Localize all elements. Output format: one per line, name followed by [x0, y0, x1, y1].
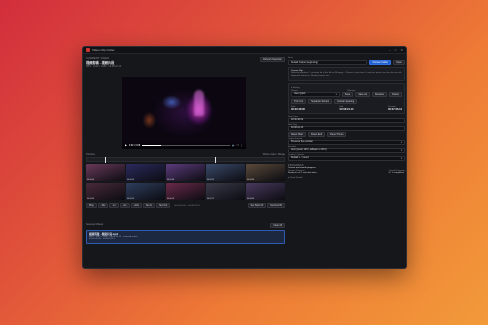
close-button[interactable]: ✕	[400, 48, 403, 52]
preset-select[interactable]: User Quick	[291, 91, 340, 97]
thumbnail-time: 00:05:24	[127, 198, 134, 200]
start-time-input[interactable]: 00:00:48.00	[288, 117, 405, 123]
minimize-button[interactable]: –	[389, 48, 391, 52]
timeline-thumbnail[interactable]: 00:06:18	[166, 183, 205, 200]
selected-videos: Selected Videos Clear All 视频剪辑 - 视频片段.mp…	[86, 223, 285, 267]
stat-end: End 00:08:24.13	[339, 105, 354, 111]
title-bar: Video Clip Cutter – □ ✕	[83, 47, 406, 54]
current-clip-description: Selected duration. 1 seconds for a this …	[291, 72, 402, 77]
stat-start: Start 00:00:48.00	[291, 105, 305, 111]
overall-progress-value: 0 / 1 completed	[388, 171, 404, 174]
thumbnail-time: 00:03:36	[247, 179, 254, 181]
timeline-thumbnail[interactable]: 00:03:36	[246, 164, 285, 181]
list-item-range: 00:00:00.00 – 00:08:24.13	[89, 238, 115, 240]
player-controls: ▶ 0:02 / 0:08 🔈 ⛶ ⋮	[122, 142, 246, 149]
back-1s-button[interactable]: -1s	[109, 203, 119, 208]
set-start-button[interactable]: Set Start 00	[247, 203, 267, 208]
video-frame	[122, 77, 246, 149]
set-out-button[interactable]: Set Out	[156, 203, 171, 208]
preset-rename-button[interactable]: Rename	[372, 91, 388, 97]
detail-toggle[interactable]: ▸ Detail Details	[288, 176, 405, 179]
reset-start-button[interactable]: Reset Start	[288, 131, 306, 137]
thumbnail-time: 00:00:54	[127, 179, 134, 181]
open-folder-button[interactable]: Open	[393, 60, 405, 65]
timeline-thumbnail[interactable]: 00:04:30	[86, 183, 125, 200]
output-format-select[interactable]: Preserve the encoder	[288, 139, 405, 145]
output-folder-field[interactable]: Default Output (beginning)	[288, 60, 368, 65]
volume-icon[interactable]: 🔈	[232, 144, 235, 147]
current-clip-panel: Current Clip Selected duration. 1 second…	[288, 67, 405, 81]
timeline-thumbnail[interactable]: 00:02:42	[206, 164, 245, 181]
include-spacing-button[interactable]: Include Spacing	[334, 98, 358, 104]
trim-cut-button[interactable]: Trim Cut	[291, 98, 307, 104]
encoder-select[interactable]: Auto (prefer GPU, fallback to CPU)	[288, 147, 405, 153]
timeline-thumbnail[interactable]: 00:08:06	[246, 183, 285, 200]
separate-stream-button[interactable]: Separate Stream	[308, 98, 333, 104]
timeline-thumbnail[interactable]: 00:01:48	[166, 164, 205, 181]
quality-select[interactable]: Default + ↑ tuned	[288, 155, 405, 161]
stat-duration: Duration 00:07:36.13	[388, 105, 402, 111]
thumbnail-strip-2: 00:04:30 00:05:24 00:06:18 00:07:12 00:08:06	[86, 183, 285, 200]
timeline-marker[interactable]	[104, 157, 106, 163]
seek-progress	[142, 145, 162, 146]
thumbnail-time: 00:01:48	[167, 179, 174, 181]
more-icon[interactable]: ⋮	[241, 144, 243, 147]
list-item[interactable]: 视频剪辑 - 视频片段.mp4 MP4 · 1920 × 1080 · 00:0…	[86, 230, 285, 244]
refresh-selection-button[interactable]: Refresh Selection	[260, 57, 285, 62]
timeline-thumbnail[interactable]: 00:00:54	[126, 164, 165, 181]
right-column: Save Default Output (beginning) Choose F…	[288, 57, 405, 267]
video-player[interactable]: ▶ 0:02 / 0:08 🔈 ⛶ ⋮	[122, 77, 246, 149]
thumbnail-time: 00:08:06	[247, 198, 254, 200]
play-button[interactable]: Play	[86, 203, 97, 208]
preset-save-button[interactable]: Save	[341, 91, 354, 97]
range-info: 00:00:00.00 – 00:08:24.13	[174, 204, 200, 207]
back-10s-button[interactable]: -10s	[97, 203, 109, 208]
timeline-label: Timeline	[86, 153, 95, 156]
thumbnail-time: 00:02:42	[207, 179, 214, 181]
player-time: 0:02 / 0:08	[128, 144, 141, 147]
current-progress-value: Ready to cut 1 selected video	[288, 171, 317, 174]
fullscreen-icon[interactable]: ⛶	[237, 144, 239, 147]
timeline-controls: Play -10s -1s +1s +10s Set In Set Out 00…	[86, 203, 285, 208]
preset-delete-button[interactable]: Delete	[389, 91, 402, 97]
play-icon[interactable]: ▶	[125, 144, 127, 147]
timeline-thumbnail[interactable]: 00:07:12	[206, 183, 245, 200]
file-meta: MP4 · 1920 × 1080 · 00:08:24.13	[86, 65, 122, 68]
reset-end-button[interactable]: Reset End	[307, 131, 326, 137]
window-controls: – □ ✕	[389, 48, 403, 52]
progress-section: PROGRESS Current and overall progress Cu…	[288, 164, 405, 179]
set-end-button[interactable]: Set End 00	[267, 203, 285, 208]
video-figure	[193, 89, 204, 116]
reset-times-button[interactable]: Reset Times	[327, 131, 347, 137]
timeline-ruler[interactable]	[86, 157, 285, 163]
timeline-marker[interactable]	[215, 157, 217, 163]
preset-save-as-button[interactable]: Save As	[355, 91, 371, 97]
thumbnail-time: 00:07:12	[207, 198, 214, 200]
thumbnail-strip: 00:00:00 00:00:54 00:01:48 00:02:42 00:03:36	[86, 164, 285, 181]
end-time-input[interactable]: 00:08:24.13	[288, 125, 405, 131]
forward-1s-button[interactable]: +1s	[119, 203, 130, 208]
app-window: Video Clip Cutter – □ ✕ CURRENT VIDEO 视频…	[82, 46, 407, 269]
timeline-section: Timeline Whole video / Range 00:00:00 00:…	[86, 153, 285, 223]
progress-title: Current and overall progress	[288, 166, 316, 169]
clear-all-button[interactable]: Clear All	[270, 223, 285, 228]
app-logo-icon	[86, 48, 90, 52]
maximize-button[interactable]: □	[395, 48, 397, 52]
thumbnail-time: 00:06:18	[167, 198, 174, 200]
window-title: Video Clip Cutter	[92, 48, 115, 52]
setting-toggle[interactable]: ▾ Setting	[291, 86, 402, 89]
timeline-zoom[interactable]: Whole video / Range	[263, 153, 285, 156]
timeline-thumbnail[interactable]: 00:05:24	[126, 183, 165, 200]
forward-10s-button[interactable]: +10s	[130, 203, 142, 208]
seek-bar[interactable]	[142, 145, 230, 146]
timeline-thumbnail[interactable]: 00:00:00	[86, 164, 125, 181]
thumbnail-time: 00:04:30	[87, 198, 94, 200]
thumbnail-time: 00:00:00	[87, 179, 94, 181]
save-label: Save	[288, 57, 293, 59]
selected-videos-label: Selected Videos	[86, 223, 104, 226]
set-in-button[interactable]: Set In	[142, 203, 156, 208]
settings-panel: ▾ Setting Preset Manage User Quick Save …	[288, 82, 405, 114]
left-column: CURRENT VIDEO 视频剪辑 - 视频片段 MP4 · 1920 × 1…	[86, 57, 285, 267]
choose-folder-button[interactable]: Choose Folder	[369, 60, 392, 65]
